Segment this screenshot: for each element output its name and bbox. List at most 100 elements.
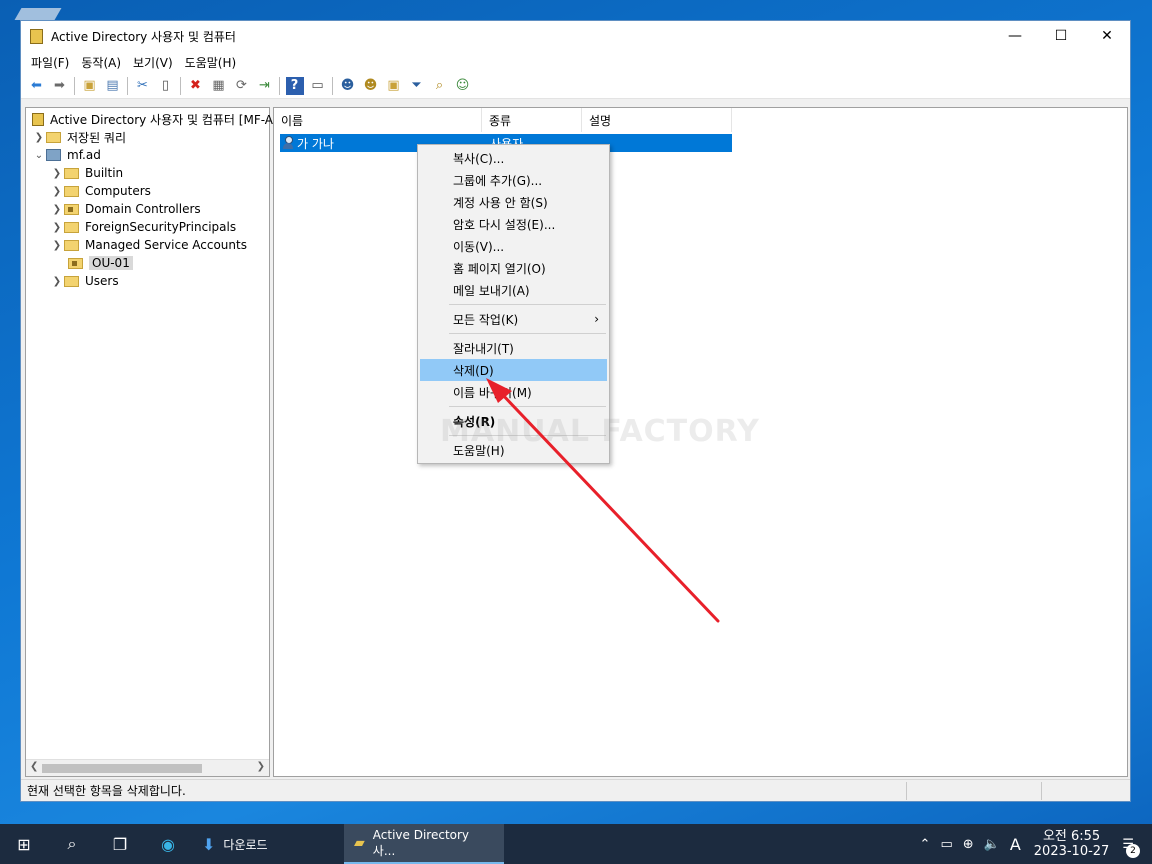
scroll-thumb[interactable] xyxy=(42,764,202,773)
menu-help[interactable]: 도움말(H) xyxy=(179,54,243,71)
ad-app-icon: ▰ xyxy=(354,835,365,851)
tree-label: mf.ad xyxy=(67,148,101,162)
column-header-type[interactable]: 종류 xyxy=(482,108,582,132)
status-text: 현재 선택한 항목을 삭제합니다. xyxy=(27,784,186,798)
clock[interactable]: 오전 6:55 2023-10-27 xyxy=(1034,829,1110,859)
tree-label: Managed Service Accounts xyxy=(85,238,247,252)
edge-browser-icon[interactable]: ◉ xyxy=(144,824,192,864)
toolbar-separator xyxy=(127,76,128,95)
desktop-icon[interactable] xyxy=(14,8,62,20)
menu-item-disable-account[interactable]: 계정 사용 안 함(S) xyxy=(420,191,607,213)
chevron-right-icon[interactable]: ❯ xyxy=(50,168,64,179)
battery-icon[interactable]: ▭ xyxy=(940,837,952,852)
cut-icon[interactable]: ✂ xyxy=(134,77,152,95)
tree-item-builtin[interactable]: ❯ Builtin xyxy=(50,164,123,182)
add-group-icon[interactable]: ☻ xyxy=(362,77,380,95)
add-ou-icon[interactable]: ▣ xyxy=(385,77,403,95)
toolbar-separator xyxy=(74,76,75,95)
menu-item-all-tasks[interactable]: 모든 작업(K) › xyxy=(420,308,607,330)
ime-indicator[interactable]: A xyxy=(1010,835,1021,854)
filter-icon[interactable]: ⏷ xyxy=(408,77,426,95)
tree-label: Computers xyxy=(85,184,151,198)
tree-item-domain-controllers[interactable]: ❯ Domain Controllers xyxy=(50,200,201,218)
show-tree-icon[interactable]: ▤ xyxy=(104,77,122,95)
folder-icon xyxy=(64,167,79,179)
title-bar: Active Directory 사용자 및 컴퓨터 — ☐ ✕ xyxy=(21,21,1130,51)
add-user-icon[interactable]: ☻ xyxy=(339,77,357,95)
view-icon[interactable]: ▭ xyxy=(309,77,327,95)
tree-item-users[interactable]: ❯ Users xyxy=(50,272,119,290)
tree-root[interactable]: Active Directory 사용자 및 컴퓨터 [MF-A xyxy=(32,110,273,128)
refresh-icon[interactable]: ⟳ xyxy=(233,77,251,95)
horizontal-scrollbar[interactable]: ❮ ❯ xyxy=(26,759,269,776)
chevron-right-icon[interactable]: ❯ xyxy=(50,186,64,197)
tree-label: Users xyxy=(85,274,119,288)
chevron-right-icon[interactable]: ❯ xyxy=(50,222,64,233)
toolbar: ⬅ ➡ ▣ ▤ ✂ ▯ ✖ ▦ ⟳ ⇥ ? ▭ ☻ ☻ ▣ ⏷ ⌕ ☺ xyxy=(21,73,1130,99)
tree-item-computers[interactable]: ❯ Computers xyxy=(50,182,151,200)
start-windows-icon[interactable]: ⊞ xyxy=(0,824,48,864)
maximize-button[interactable]: ☐ xyxy=(1038,21,1084,51)
domain-icon xyxy=(46,149,61,161)
export-icon[interactable]: ⇥ xyxy=(256,77,274,95)
notification-center-icon[interactable]: ☰ 2 xyxy=(1122,837,1140,858)
delegate-icon[interactable]: ☺ xyxy=(454,77,472,95)
menu-bar: 파일(F) 동작(A) 보기(V) 도움말(H) xyxy=(21,51,1130,73)
menu-item-rename[interactable]: 이름 바꾸기(M) xyxy=(420,381,607,403)
properties-icon[interactable]: ▦ xyxy=(210,77,228,95)
close-button[interactable]: ✕ xyxy=(1084,21,1130,51)
ou-folder-icon xyxy=(64,203,79,215)
network-globe-icon[interactable]: ⊕ xyxy=(963,837,974,852)
clock-time: 오전 6:55 xyxy=(1042,829,1101,844)
menu-item-properties[interactable]: 속성(R) xyxy=(420,410,607,432)
up-folder-icon[interactable]: ▣ xyxy=(81,77,99,95)
search-icon[interactable]: ⌕ xyxy=(48,824,96,864)
tree-item-managed-service-accounts[interactable]: ❯ Managed Service Accounts xyxy=(50,236,247,254)
tree-item-ou-01[interactable]: OU-01 xyxy=(64,254,133,272)
chevron-right-icon[interactable]: ❯ xyxy=(50,276,64,287)
menu-separator xyxy=(449,304,606,305)
chevron-right-icon[interactable]: ❯ xyxy=(50,204,64,215)
window-title: Active Directory 사용자 및 컴퓨터 xyxy=(51,29,236,44)
menu-item-copy[interactable]: 복사(C)... xyxy=(420,147,607,169)
taskbar-app-ad[interactable]: ▰ Active Directory 사... xyxy=(344,824,504,864)
submenu-arrow-icon: › xyxy=(594,312,599,326)
show-hidden-icons-icon[interactable]: ⌃ xyxy=(920,837,931,852)
delete-icon[interactable]: ✖ xyxy=(187,77,205,95)
taskbar-app-label: Active Directory 사... xyxy=(372,827,470,858)
tree-saved-queries[interactable]: ❯ 저장된 쿼리 xyxy=(32,128,126,146)
scroll-left-icon[interactable]: ❮ xyxy=(30,761,38,772)
back-icon[interactable]: ⬅ xyxy=(28,77,46,95)
scroll-right-icon[interactable]: ❯ xyxy=(257,761,265,772)
column-header-name[interactable]: 이름 xyxy=(274,108,482,132)
forward-icon[interactable]: ➡ xyxy=(51,77,69,95)
help-icon[interactable]: ? xyxy=(285,76,304,95)
menu-view[interactable]: 보기(V) xyxy=(127,54,179,71)
find-icon[interactable]: ⌕ xyxy=(431,77,449,95)
menu-item-send-mail[interactable]: 메일 보내기(A) xyxy=(420,279,607,301)
menu-item-delete[interactable]: 삭제(D) xyxy=(420,359,607,381)
menu-item-move[interactable]: 이동(V)... xyxy=(420,235,607,257)
menu-separator xyxy=(449,333,606,334)
volume-muted-icon[interactable]: 🔈 xyxy=(984,837,1000,852)
menu-item-open-home-page[interactable]: 홈 페이지 열기(O) xyxy=(420,257,607,279)
menu-item-add-to-group[interactable]: 그룹에 추가(G)... xyxy=(420,169,607,191)
ad-root-icon xyxy=(32,112,44,126)
menu-item-cut[interactable]: 잘라내기(T) xyxy=(420,337,607,359)
tree-label-selected: OU-01 xyxy=(89,256,133,270)
chevron-right-icon[interactable]: ❯ xyxy=(50,240,64,251)
chevron-right-icon[interactable]: ❯ xyxy=(32,132,46,143)
menu-file[interactable]: 파일(F) xyxy=(25,54,75,71)
chevron-down-icon[interactable]: ⌄ xyxy=(32,150,46,161)
menu-item-help[interactable]: 도움말(H) xyxy=(420,439,607,461)
column-header-description[interactable]: 설명 xyxy=(582,108,732,132)
tree-domain[interactable]: ⌄ mf.ad xyxy=(32,146,101,164)
minimize-button[interactable]: — xyxy=(992,21,1038,51)
menu-item-reset-password[interactable]: 암호 다시 설정(E)... xyxy=(420,213,607,235)
tree-item-foreign-security-principals[interactable]: ❯ ForeignSecurityPrincipals xyxy=(50,218,236,236)
menu-action[interactable]: 동작(A) xyxy=(75,54,127,71)
taskbar-app-downloads[interactable]: ⬇ 다운로드 xyxy=(192,824,344,864)
paste-icon[interactable]: ▯ xyxy=(157,77,175,95)
toolbar-separator xyxy=(180,76,181,95)
task-view-icon[interactable]: ❐ xyxy=(96,824,144,864)
